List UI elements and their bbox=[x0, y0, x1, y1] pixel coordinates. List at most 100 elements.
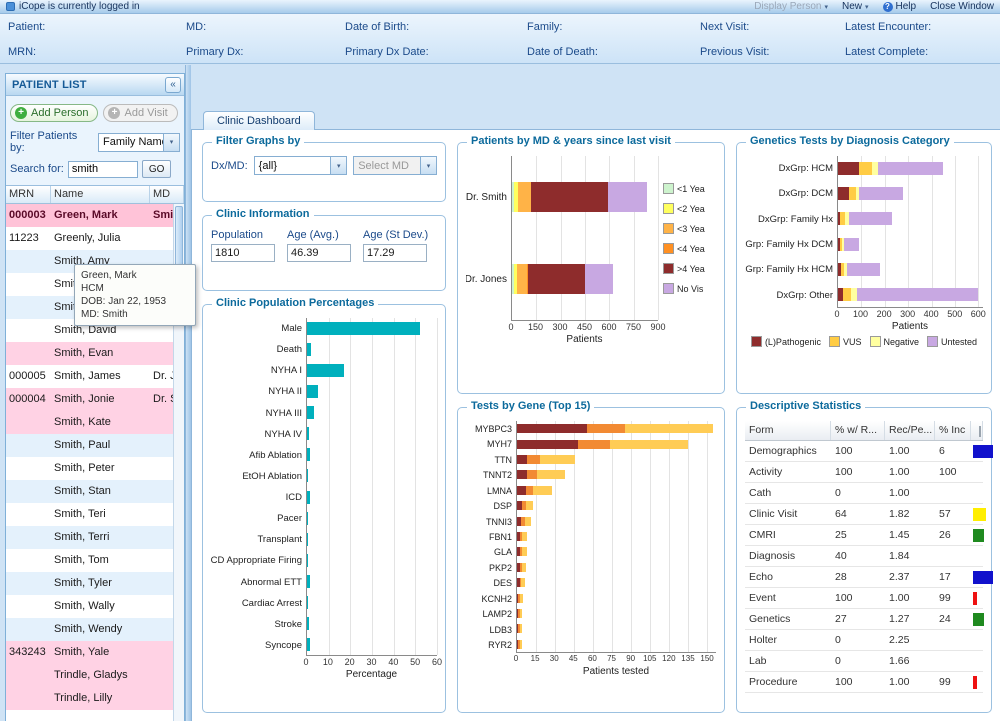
stat-rec-per: 1.84 bbox=[885, 546, 935, 566]
patient-row[interactable]: 343243Smith, Yale bbox=[6, 641, 184, 664]
clinic-information-panel: Clinic Information Population1810Age (Av… bbox=[202, 215, 446, 291]
tooltip-line: Green, Mark bbox=[81, 269, 189, 282]
patient-column-header[interactable]: MD bbox=[150, 186, 184, 203]
patient-row[interactable]: 11223Greenly, Julia bbox=[6, 227, 184, 250]
clinic-info-field: Population1810 bbox=[211, 229, 275, 262]
patient-row[interactable]: Smith, Tyler bbox=[6, 572, 184, 595]
search-input[interactable] bbox=[68, 161, 138, 178]
x-axis-title: Patients bbox=[837, 320, 983, 332]
x-axis: 0100200300400500600 bbox=[837, 308, 983, 320]
add-visit-button[interactable]: + Add Visit bbox=[103, 104, 177, 122]
md-select[interactable]: Select MD ▾ bbox=[353, 156, 437, 175]
bar-segment bbox=[531, 182, 607, 212]
new-button[interactable]: New ▾ bbox=[842, 1, 869, 12]
patient-row[interactable]: Smith, Tom bbox=[6, 549, 184, 572]
tests-by-gene-panel: Tests by Gene (Top 15) MYBPC3MYH7TTNTNNT… bbox=[457, 407, 725, 713]
patient-row[interactable]: Smith, Stan bbox=[6, 480, 184, 503]
patient-row[interactable]: Smith, Wally bbox=[6, 595, 184, 618]
stat-rec-per: 2.37 bbox=[885, 567, 935, 587]
patient-row[interactable]: Smith, Wendy bbox=[6, 618, 184, 641]
patient-field-label: Primary Dx Date: bbox=[337, 46, 519, 58]
stat-form: Demographics bbox=[745, 441, 831, 461]
statistics-column-header[interactable]: % Inc bbox=[935, 421, 971, 440]
patient-field-label: Family: bbox=[519, 21, 692, 33]
tooltip-line: MD: Smith bbox=[81, 308, 189, 321]
patient-column-header[interactable]: MRN bbox=[6, 186, 51, 203]
patient-row[interactable]: 000005Smith, JamesDr. J bbox=[6, 365, 184, 388]
x-tick-label: 135 bbox=[681, 654, 694, 663]
plot-region bbox=[511, 156, 658, 321]
bar-segment bbox=[527, 455, 540, 464]
gridline bbox=[372, 318, 373, 655]
x-axis: 0150300450600750900 bbox=[511, 321, 658, 333]
x-tick-label: 50 bbox=[410, 657, 420, 667]
patients-by-md-chart: Dr. SmithDr. Jones<1 Yea<2 Yea<3 Yea<4 Y… bbox=[458, 143, 724, 351]
bar-segment bbox=[522, 563, 526, 572]
help-button[interactable]: ? Help bbox=[883, 1, 917, 12]
close-window-button[interactable]: Close Window bbox=[930, 1, 994, 12]
patient-row[interactable]: Trindle, Gladys bbox=[6, 664, 184, 687]
tab-clinic-dashboard[interactable]: Clinic Dashboard bbox=[203, 111, 315, 130]
patient-row[interactable]: Smith, Paul bbox=[6, 434, 184, 457]
statistics-column-header[interactable]: Form bbox=[745, 421, 831, 440]
indicator-column-header[interactable] bbox=[971, 421, 983, 440]
clinic-info-value[interactable]: 17.29 bbox=[363, 244, 427, 262]
patient-mrn bbox=[6, 273, 51, 296]
bar-segment bbox=[849, 187, 856, 200]
y-axis-label: ICD Appropriate Firing bbox=[211, 550, 306, 571]
statistics-row: Lab01.66 bbox=[745, 651, 983, 672]
patient-row[interactable]: Trindle, Lilly bbox=[6, 687, 184, 710]
patient-row[interactable]: Smith, Teri bbox=[6, 503, 184, 526]
bar-segment bbox=[522, 532, 527, 541]
patient-row[interactable]: 000004Smith, JonieDr. S bbox=[6, 388, 184, 411]
statistics-table: Form% w/ R...Rec/Pe...% Inc Demographics… bbox=[737, 408, 991, 699]
bar-segment bbox=[307, 617, 309, 630]
patient-row[interactable]: 000003Green, MarkSmi bbox=[6, 204, 184, 227]
go-button[interactable]: GO bbox=[142, 160, 172, 178]
bar-segment bbox=[307, 512, 308, 525]
stat-flag-indicator bbox=[973, 508, 986, 521]
stat-rec-per: 1.45 bbox=[885, 525, 935, 545]
bar-segment bbox=[525, 517, 531, 526]
x-tick-label: 15 bbox=[531, 654, 540, 663]
clinic-info-value[interactable]: 1810 bbox=[211, 244, 275, 262]
filter-by-select[interactable]: Family Name ▾ bbox=[98, 133, 180, 152]
stat-form: Holter bbox=[745, 630, 831, 650]
legend-item: (L)Pathogenic bbox=[751, 336, 821, 347]
stat-flag-cell bbox=[971, 567, 993, 587]
bar-segment bbox=[520, 624, 523, 633]
bar-segment bbox=[522, 547, 527, 556]
y-axis-label: DxGrp: DCM bbox=[745, 181, 837, 206]
clinic-info-value[interactable]: 46.39 bbox=[287, 244, 351, 262]
stat-pct-inc bbox=[935, 630, 971, 650]
stat-pct-reviewed: 100 bbox=[831, 462, 885, 482]
y-axis-labels: DxGrp: HCMDxGrp: DCMDxGrp: Family HxDxGr… bbox=[745, 156, 837, 308]
content-area: PATIENT LIST « + Add Person + Add Visit … bbox=[0, 65, 1000, 721]
patient-row[interactable]: Smith, Kate bbox=[6, 411, 184, 434]
gridline bbox=[634, 156, 635, 320]
statistics-column-header[interactable]: Rec/Pe... bbox=[885, 421, 935, 440]
bar-segment bbox=[533, 486, 552, 495]
y-axis-label: NYHA III bbox=[211, 403, 306, 424]
patient-column-header[interactable]: Name bbox=[51, 186, 150, 203]
stat-pct-reviewed: 100 bbox=[831, 672, 885, 692]
stat-rec-per: 1.82 bbox=[885, 504, 935, 524]
chart-plot-area: MYBPC3MYH7TTNTNNT2LMNADSPTNNI3FBN1GLAPKP… bbox=[466, 421, 716, 653]
patient-row[interactable]: Smith, Terri bbox=[6, 526, 184, 549]
bar-segment bbox=[520, 609, 523, 618]
collapse-panel-button[interactable]: « bbox=[165, 77, 181, 93]
gridline bbox=[669, 421, 670, 652]
gridline bbox=[593, 421, 594, 652]
patient-row[interactable]: Smith, Peter bbox=[6, 457, 184, 480]
gridline bbox=[650, 421, 651, 652]
gridline bbox=[612, 421, 613, 652]
clinic-info-label: Age (Avg.) bbox=[287, 229, 351, 241]
dx-select[interactable]: {all} ▾ bbox=[254, 156, 348, 175]
patient-row[interactable]: Smith, Evan bbox=[6, 342, 184, 365]
add-person-button[interactable]: + Add Person bbox=[10, 104, 98, 122]
x-tick-label: 90 bbox=[626, 654, 635, 663]
display-person-button[interactable]: Display Person ▾ bbox=[754, 1, 828, 12]
bar-segment bbox=[307, 575, 310, 588]
statistics-column-header[interactable]: % w/ R... bbox=[831, 421, 885, 440]
bar-segment bbox=[859, 162, 872, 175]
